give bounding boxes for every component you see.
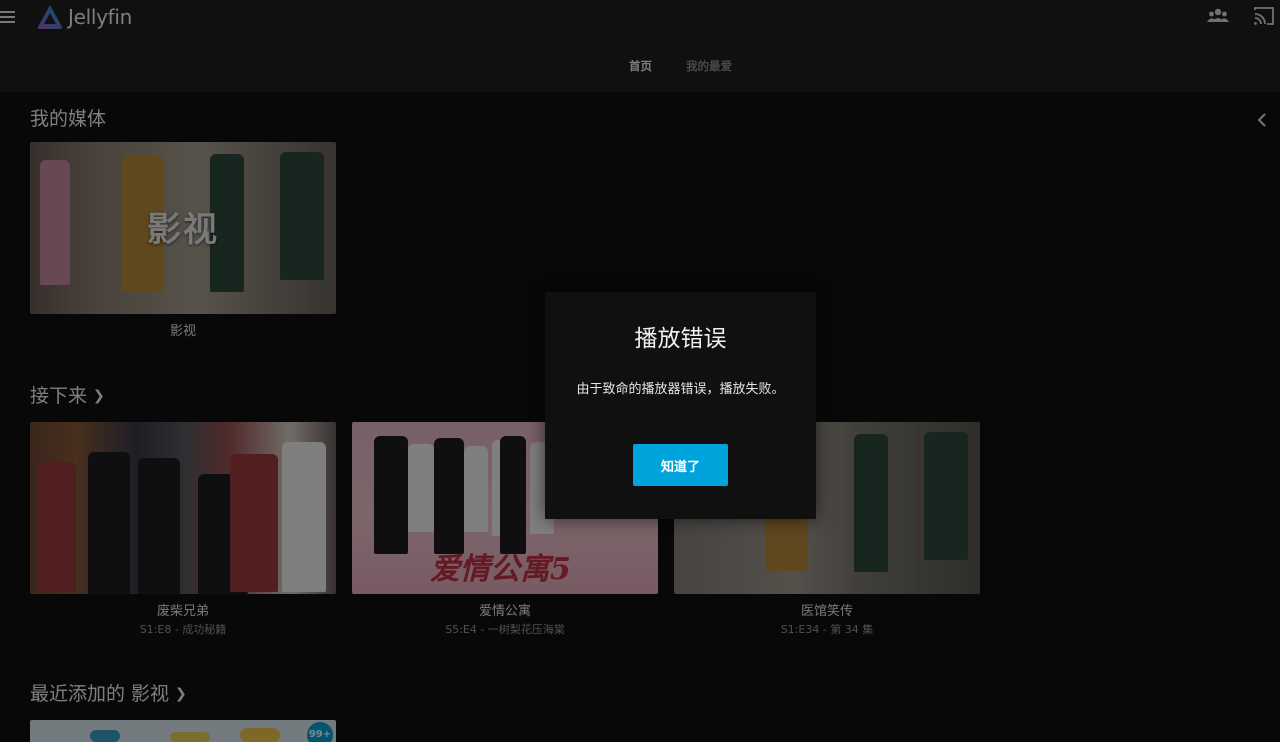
dialog-message: 由于致命的播放器错误，播放失败。: [576, 382, 785, 397]
playback-error-dialog: 播放错误 由于致命的播放器错误，播放失败。 知道了: [545, 292, 816, 519]
dialog-title: 播放错误: [634, 326, 727, 352]
dialog-ok-button[interactable]: 知道了: [633, 444, 728, 486]
